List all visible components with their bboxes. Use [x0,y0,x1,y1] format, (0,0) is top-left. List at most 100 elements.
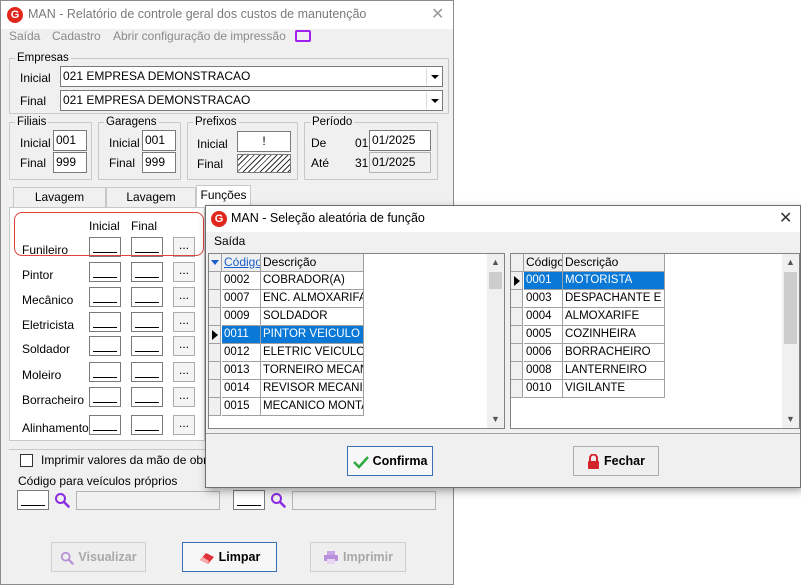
empresa-inicial-label: Inicial [20,71,51,85]
menu-abrir-config-impressao[interactable]: Abrir configuração de impressão [113,29,286,43]
confirma-button[interactable]: Confirma [347,446,433,476]
cell-codigo: 0015 [222,398,261,416]
table-row[interactable]: 0015MECANICO MONTADOR [209,398,364,416]
funcao-select-button-pintor[interactable]: ... [173,262,195,282]
prefixo-final-input[interactable] [237,154,291,173]
chevron-down-icon[interactable] [426,92,441,109]
scroll-thumb[interactable] [489,272,502,289]
garagem-final-input[interactable]: 999 [142,152,176,173]
fechar-button[interactable]: Fechar [573,446,659,476]
monitor-icon[interactable] [295,30,311,42]
table-row[interactable]: 0008 LANTERNEIRO [511,362,665,380]
row-indicator [209,380,221,398]
imprimir-checkbox[interactable] [20,454,33,467]
available-functions-grid[interactable]: Código Descrição 0002 COBRADOR(A) 0007 ENC.… [208,253,505,429]
table-row[interactable]: 0005 COZINHEIRA [511,326,665,344]
codigo-desc-1 [76,491,220,510]
funcao-final-input-moleiro[interactable] [131,362,163,382]
codigo-input-1[interactable] [17,490,49,510]
imprimir-label-btn: Imprimir [342,550,393,564]
dialog-menu-saida[interactable]: Saída [214,234,245,248]
header-descricao[interactable]: Descrição [261,254,364,272]
scroll-up-icon[interactable]: ▲ [782,254,799,271]
cell-codigo: 0008 [524,362,563,380]
funcao-final-input-pintor[interactable] [131,262,163,282]
search-icon[interactable] [54,492,70,508]
app-logo-icon: G [7,7,23,23]
imprimir-button[interactable]: Imprimir [310,542,406,572]
table-row[interactable]: 0001 MOTORISTA [511,272,665,290]
filial-final-input[interactable]: 999 [53,152,87,173]
scroll-down-icon[interactable]: ▼ [782,411,799,428]
funcao-select-button-mecanico[interactable]: ... [173,287,195,307]
periodo-legend: Período [312,116,353,128]
table-row[interactable]: 0009 SOLDADOR [209,308,364,326]
vertical-scrollbar[interactable]: ▲ ▼ [487,254,504,428]
funcao-final-input-eletricista[interactable] [131,312,163,332]
grid-header: Código Descrição [209,254,364,272]
tab-lavagem-interna[interactable]: Lavagem interna [106,187,196,223]
funcao-inicial-input-alinhamento[interactable] [89,415,121,435]
garagem-inicial-input[interactable]: 001 [142,130,176,151]
funcao-select-button-alinhamento[interactable]: ... [173,415,195,435]
funcao-final-input-borracheiro[interactable] [131,387,163,407]
funcao-inicial-input-soldador[interactable] [89,336,121,356]
close-icon[interactable]: ✕ [779,211,792,227]
table-row[interactable]: 0007ENC. ALMOXARIFADO [209,290,364,308]
table-row[interactable]: 0003 DESPACHANTE E FI [511,290,665,308]
funcao-final-input-alinhamento[interactable] [131,415,163,435]
funcao-final-input-mecanico[interactable] [131,287,163,307]
cell-codigo: 0014 [222,380,261,398]
close-icon[interactable]: ✕ [431,7,444,23]
empresa-final-select[interactable]: 021 EMPRESA DEMONSTRACAO [60,90,443,111]
search-icon[interactable] [270,492,286,508]
header-codigo[interactable]: Código [524,254,563,272]
highlight-box [14,212,204,256]
table-row[interactable]: 0012 ELETRIC VEICULO [209,344,364,362]
row-indicator [209,290,221,308]
periodo-de-label: De [311,136,327,150]
table-row[interactable]: 0004 ALMOXARIFE [511,308,665,326]
visualizar-button[interactable]: Visualizar [51,542,146,572]
current-row-icon [209,326,221,344]
funcao-inicial-input-moleiro[interactable] [89,362,121,382]
periodo-de-input[interactable]: 01/2025 [369,130,431,151]
menu-saida[interactable]: Saída [9,29,40,43]
funcao-inicial-input-eletricista[interactable] [89,312,121,332]
periodo-ate-input[interactable]: 01/2025 [369,152,431,173]
table-row[interactable]: 0002 COBRADOR(A) [209,272,364,290]
cell-codigo: 0005 [524,326,563,344]
chevron-down-icon[interactable] [426,68,441,85]
table-row[interactable]: 0006 BORRACHEIRO [511,344,665,362]
funcao-select-button-eletricista[interactable]: ... [173,312,195,332]
header-codigo[interactable]: Código [222,254,261,272]
empresa-inicial-select[interactable]: 021 EMPRESA DEMONSTRACAO [60,66,443,87]
limpar-button[interactable]: Limpar [182,542,277,572]
scroll-thumb[interactable] [784,272,797,344]
vertical-scrollbar[interactable]: ▲ ▼ [782,254,799,428]
codigo-input-2[interactable] [233,490,265,510]
table-row[interactable]: 0010 VIGILANTE [511,380,665,398]
funcao-inicial-input-pintor[interactable] [89,262,121,282]
empresa-final-label: Final [20,94,47,108]
lock-icon [588,454,599,470]
scroll-down-icon[interactable]: ▼ [487,411,504,428]
selected-functions-grid[interactable]: Código Descrição 0001 MOTORISTA 0003 DESPAC… [510,253,800,429]
funcao-select-button-soldador[interactable]: ... [173,336,195,356]
scroll-up-icon[interactable]: ▲ [487,254,504,271]
table-row[interactable]: 0014REVISOR MECANICO [209,380,364,398]
filial-inicial-input[interactable]: 001 [53,130,87,151]
header-descricao[interactable]: Descrição [563,254,665,272]
table-row[interactable]: 0011 PINTOR VEICULO [209,326,364,344]
table-row[interactable]: 0013TORNEIRO MECANICO [209,362,364,380]
funcao-inicial-input-mecanico[interactable] [89,287,121,307]
funcao-final-input-soldador[interactable] [131,336,163,356]
tab-lavagem-externa[interactable]: Lavagem externa [13,187,106,223]
row-indicator [511,362,523,380]
prefixo-inicial-input[interactable]: ! [237,131,291,152]
imprimir-label: Imprimir valores da mão de obra po [41,453,231,467]
funcao-select-button-moleiro[interactable]: ... [173,362,195,382]
funcao-select-button-borracheiro[interactable]: ... [173,387,195,407]
menu-cadastro[interactable]: Cadastro [52,29,101,43]
funcao-inicial-input-borracheiro[interactable] [89,387,121,407]
